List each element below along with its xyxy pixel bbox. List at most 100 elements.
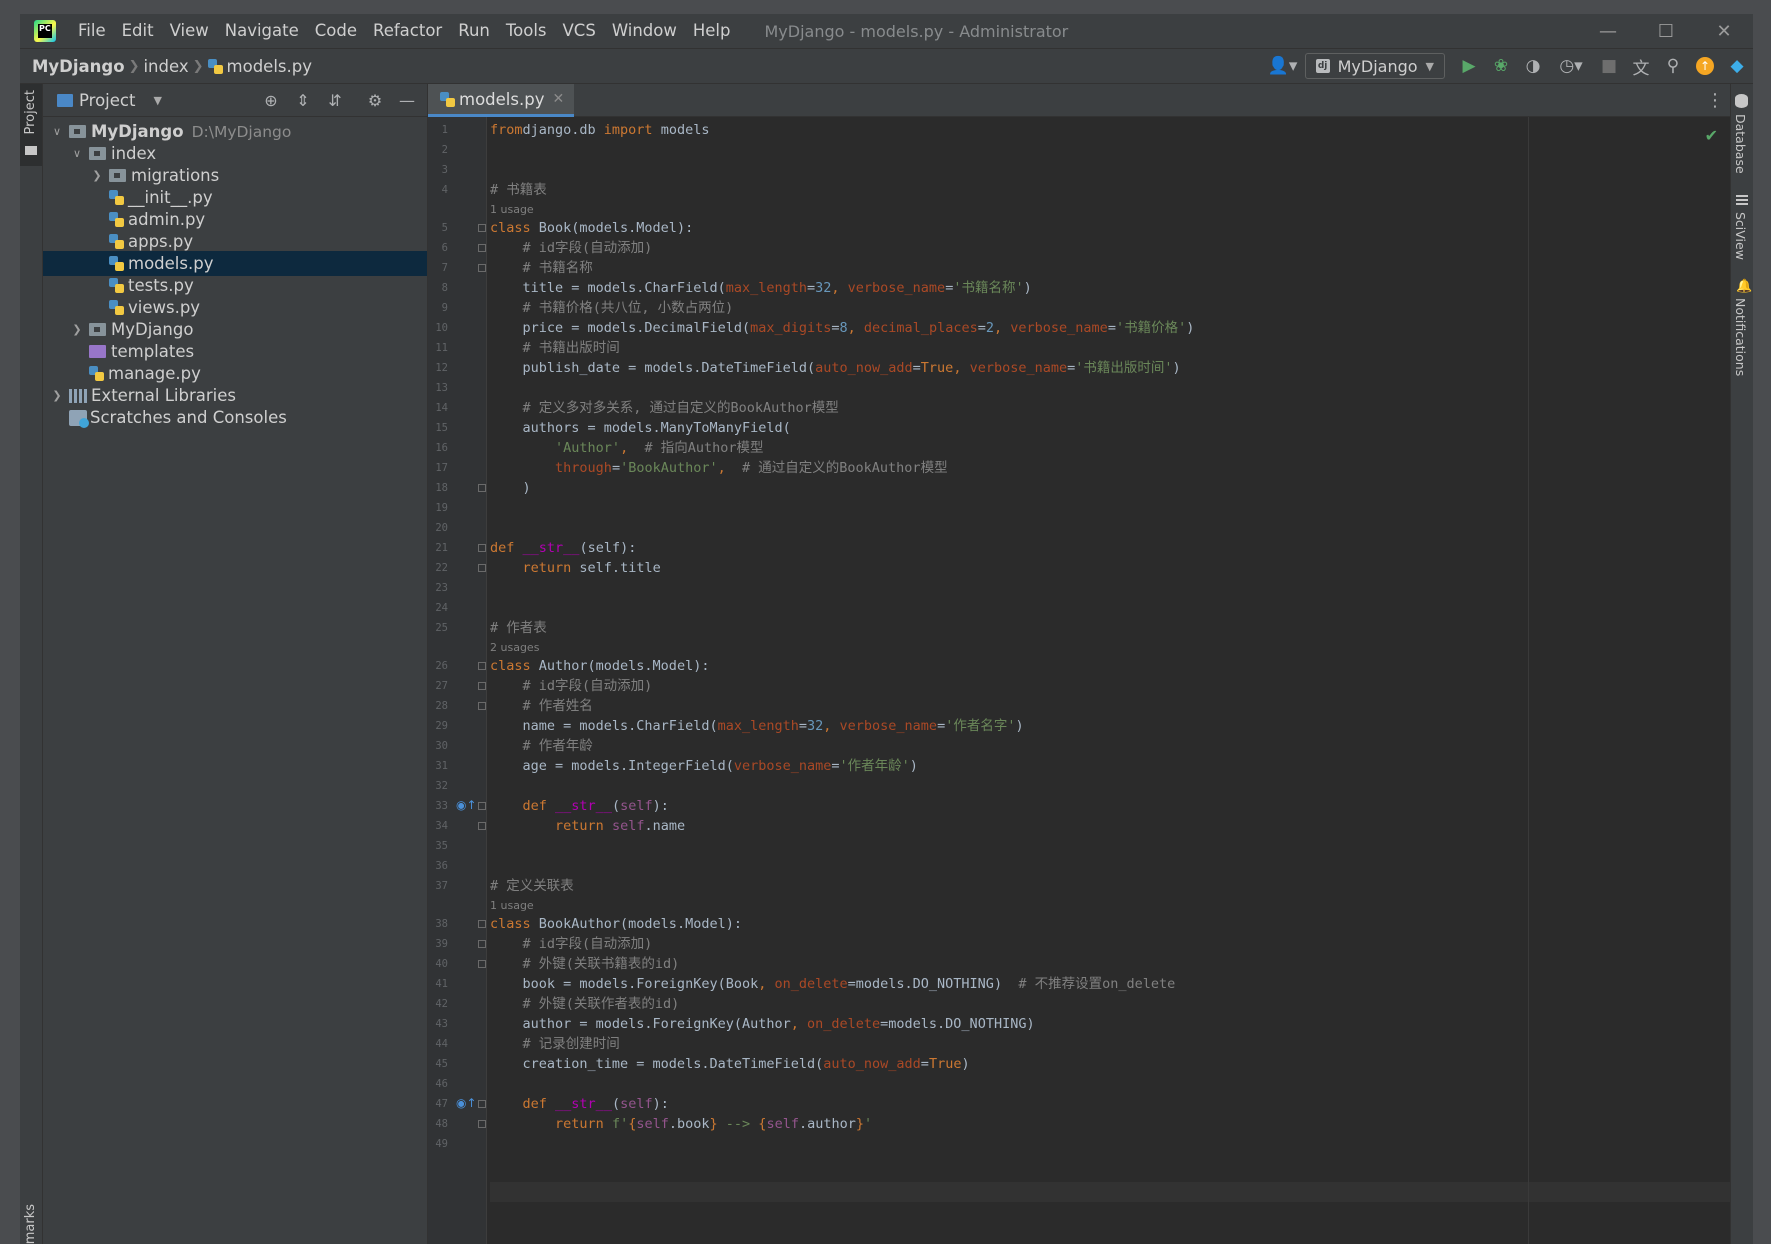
expand-all-icon[interactable]: ⇕ [287,85,319,117]
gear-icon[interactable]: ⚙ [359,85,391,117]
inspection-ok-icon[interactable]: ✔ [1705,126,1718,145]
database-tool-label[interactable]: Database [1733,114,1748,174]
code-token: creation_time = models.DateTimeField( [490,1056,824,1072]
usages-inlay-hint[interactable]: 2 usages [490,640,539,656]
line-number: 44 [435,1038,448,1050]
code-line: # 书籍表 [490,180,547,200]
close-icon[interactable]: ✕ [1695,14,1753,48]
usages-inlay-hint[interactable]: 1 usage [490,202,534,218]
menu-refactor[interactable]: Refactor [365,14,450,48]
fold-toggle-icon[interactable] [478,484,486,492]
run-configuration-select[interactable]: dj MyDjango ▼ [1304,53,1445,79]
tree-item[interactable]: Scratches and Consoles [43,405,427,430]
line-number: 31 [435,760,448,772]
search-icon[interactable]: ⚲ [1657,50,1689,82]
update-icon[interactable]: ↑ [1689,50,1721,82]
menu-navigate[interactable]: Navigate [217,14,307,48]
notifications-tool-label[interactable]: Notifications [1733,298,1748,376]
coverage-icon[interactable]: ◑ [1517,50,1549,82]
override-method-icon[interactable]: ◉↑ [456,798,477,812]
sciview-tool-label[interactable]: SciView [1733,212,1748,260]
close-icon[interactable]: ✕ [552,91,564,107]
tree-item-label: views.py [128,298,201,317]
breadcrumb-file[interactable]: models.py [227,57,312,76]
tree-item-label: __init__.py [128,188,213,207]
fold-toggle-icon[interactable] [478,564,486,572]
fold-toggle-icon[interactable] [478,802,486,810]
code-line: # 定义多对多关系, 通过自定义的BookAuthor模型 [490,398,839,418]
fold-toggle-icon[interactable] [478,264,486,272]
fold-toggle-icon[interactable] [478,1120,486,1128]
code-token: class [490,220,531,236]
menu-code[interactable]: Code [307,14,365,48]
menu-window[interactable]: Window [604,14,685,48]
code-token: age = models.IntegerField( [490,758,734,774]
code-token: '书籍名称' [953,280,1024,296]
tab-models-py[interactable]: models.py ✕ [428,84,575,117]
user-account-icon[interactable]: 👤▾ [1261,50,1305,82]
code-token: # 不推荐设置on_delete [1018,976,1176,992]
code-line: price = models.DecimalField(max_digits=8… [490,318,1195,338]
bookmarks-tool-label[interactable]: Bookmarks [23,1204,38,1244]
jetbrains-ai-icon[interactable]: ◆ [1721,50,1753,82]
fold-toggle-icon[interactable] [478,662,486,670]
maximize-icon[interactable]: ☐ [1637,14,1695,48]
code-token: = [831,758,840,774]
menu-edit[interactable]: Edit [114,14,162,48]
fold-toggle-icon[interactable] [478,822,486,830]
profile-icon[interactable]: ◷▾ [1549,50,1593,82]
run-icon[interactable]: ▶ [1453,50,1485,82]
stop-icon[interactable]: ■ [1593,50,1625,82]
fold-toggle-icon[interactable] [478,960,486,968]
code-line: # 外键(关联书籍表的id) [490,954,680,974]
breadcrumb-folder[interactable]: index [143,57,188,76]
breadcrumb-project[interactable]: MyDjango [32,57,125,76]
window-controls: — ☐ ✕ [1579,14,1753,48]
usages-inlay-hint[interactable]: 1 usage [490,898,534,914]
fold-toggle-icon[interactable] [478,1100,486,1108]
fold-toggle-icon[interactable] [478,920,486,928]
code-token: , [758,976,775,992]
chevron-right-icon[interactable]: ❯ [69,323,85,336]
code-content[interactable]: fromdjango.db import models # 书籍表 1 usage c… [490,117,1730,1244]
translate-icon[interactable]: 文 [1625,50,1657,82]
left-tool-strip: Project Bookmarks [20,84,43,1244]
collapse-all-icon[interactable]: ⇵ [319,85,351,117]
code-token: '作者年龄' [839,758,910,774]
fold-toggle-icon[interactable] [478,940,486,948]
menu-file[interactable]: File [70,14,114,48]
menu-help[interactable]: Help [685,14,739,48]
menu-view[interactable]: View [162,14,217,48]
chevron-down-icon[interactable]: ∨ [69,147,85,160]
code-token: ): [652,798,669,814]
fold-toggle-icon[interactable] [478,702,486,710]
menu-run[interactable]: Run [450,14,498,48]
more-options-icon[interactable]: ⋮ [1706,84,1724,117]
chevron-down-icon[interactable]: ▼ [153,94,161,107]
override-method-icon[interactable]: ◉↑ [456,1096,477,1110]
code-line: # 外键(关联作者表的id) [490,994,680,1014]
tree-item-label: manage.py [108,364,201,383]
project-panel-title[interactable]: Project [79,91,135,110]
locate-target-icon[interactable]: ⊕ [255,85,287,117]
fold-toggle-icon[interactable] [478,682,486,690]
line-number: 32 [435,780,448,792]
hide-panel-icon[interactable]: — [391,85,423,117]
chevron-down-icon[interactable]: ∨ [49,125,65,138]
project-panel: Project ▼ ⊕ ⇕ ⇵ ⚙ — ∨ MyDjango D:\MyDjango… [43,84,428,1244]
minimize-icon[interactable]: — [1579,14,1637,48]
menu-vcs[interactable]: VCS [555,14,604,48]
menu-tools[interactable]: Tools [498,14,555,48]
python-file-icon [109,190,124,205]
fold-toggle-icon[interactable] [478,244,486,252]
debug-bug-icon[interactable]: ❀ [1485,50,1517,82]
chevron-right-icon[interactable]: ❯ [49,389,65,402]
code-line: fromdjango.db import models [490,120,709,140]
code-line: authors = models.ManyToManyField( [490,418,791,438]
chevron-right-icon[interactable]: ❯ [89,169,105,182]
project-tool-button[interactable]: Project [20,84,42,166]
fold-toggle-icon[interactable] [478,224,486,232]
fold-toggle-icon[interactable] [478,544,486,552]
